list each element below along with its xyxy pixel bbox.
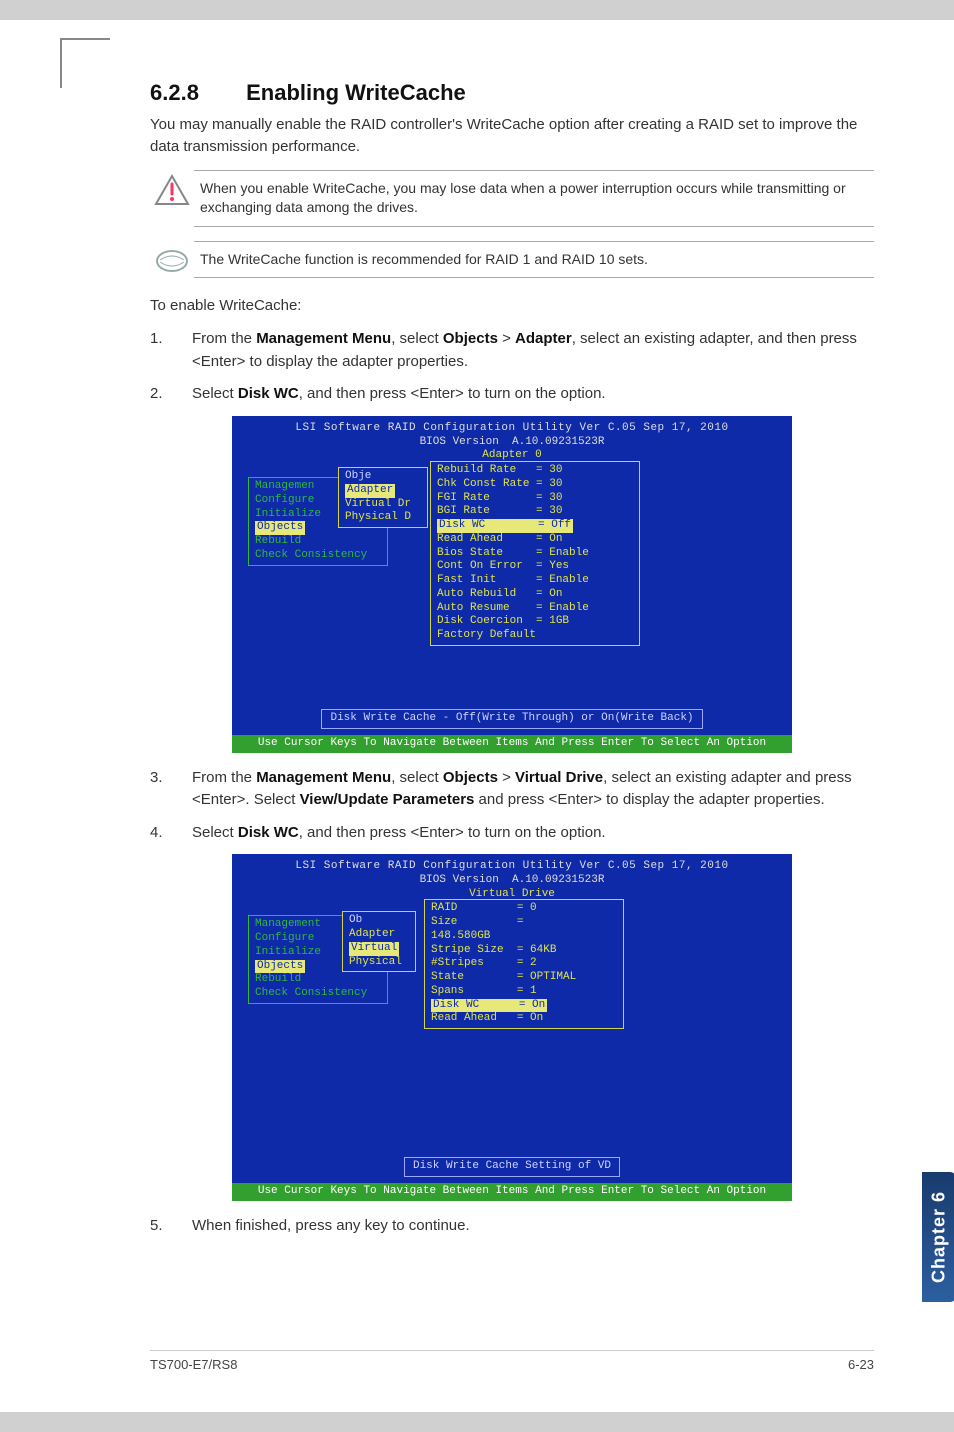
step-2: 2. Select Disk WC, and then press <Enter… [150, 383, 874, 406]
step-text: From the Management Menu, select Objects… [192, 328, 874, 373]
step-text: Select Disk WC, and then press <Enter> t… [192, 822, 874, 845]
page: 6.2.8 Enabling WriteCache You may manual… [0, 20, 954, 1412]
footer-model: TS700-E7/RS8 [150, 1357, 237, 1372]
list-item: BGI Rate = 30 [437, 505, 633, 519]
list-item: Read Ahead = On [431, 1012, 617, 1026]
bios-panel-title: Adapter 0 [482, 449, 541, 461]
list-item: Bios State = Enable [437, 547, 633, 561]
section-number: 6.2.8 [150, 80, 240, 106]
note-text: The WriteCache function is recommended f… [194, 241, 874, 279]
bios-objects-submenu: Ob Adapter Virtual Physical [342, 911, 416, 972]
chapter-tab: Chapter 6 [922, 1172, 954, 1302]
list-item: Factory Default [437, 629, 633, 643]
list-item: Disk WC = On [431, 999, 617, 1013]
bios-virtual-drive-properties: RAID = 0 Size = 148.580GB Stripe Size = … [424, 899, 624, 1029]
bios-title: LSI Software RAID Configuration Utility … [240, 860, 784, 874]
page-footer: TS700-E7/RS8 6-23 [150, 1350, 874, 1372]
bios-screenshot-2: LSI Software RAID Configuration Utility … [232, 854, 792, 1201]
step-text: From the Management Menu, select Objects… [192, 767, 874, 812]
bios-adapter-properties: Rebuild Rate = 30 Chk Const Rate = 30 FG… [430, 461, 640, 646]
warning-text: When you enable WriteCache, you may lose… [194, 170, 874, 227]
bios-screenshot-1: LSI Software RAID Configuration Utility … [232, 416, 792, 753]
bios-hint: Disk Write Cache - Off(Write Through) or… [240, 709, 784, 729]
step-3: 3. From the Management Menu, select Obje… [150, 767, 874, 812]
step-5: 5. When finished, press any key to conti… [150, 1215, 874, 1238]
step-number: 4. [150, 822, 192, 845]
list-item: Spans = 1 [431, 985, 617, 999]
bios-version-line: BIOS Version A.10.09231523R Virtual Driv… [240, 874, 784, 902]
list-item: 148.580GB [431, 930, 617, 944]
list-item: Disk WC = Off [437, 519, 633, 533]
bios-footer: Use Cursor Keys To Navigate Between Item… [232, 1183, 792, 1201]
step-number: 2. [150, 383, 192, 406]
list-item: Chk Const Rate = 30 [437, 478, 633, 492]
list-item: Stripe Size = 64KB [431, 944, 617, 958]
list-item: Cont On Error = Yes [437, 560, 633, 574]
list-item: Auto Resume = Enable [437, 602, 633, 616]
bios-title: LSI Software RAID Configuration Utility … [240, 422, 784, 436]
list-item: FGI Rate = 30 [437, 492, 633, 506]
step-number: 5. [150, 1215, 192, 1238]
list-item: Rebuild Rate = 30 [437, 464, 633, 478]
note-callout: The WriteCache function is recommended f… [150, 241, 874, 281]
footer-page: 6-23 [848, 1357, 874, 1372]
step-text: Select Disk WC, and then press <Enter> t… [192, 383, 874, 406]
list-item: Auto Rebuild = On [437, 588, 633, 602]
bios-footer: Use Cursor Keys To Navigate Between Item… [232, 735, 792, 753]
list-item: State = OPTIMAL [431, 971, 617, 985]
step-4: 4. Select Disk WC, and then press <Enter… [150, 822, 874, 845]
step-1: 1. From the Management Menu, select Obje… [150, 328, 874, 373]
bios-version-line: BIOS Version A.10.09231523R Adapter 0 [240, 436, 784, 464]
step-text: When finished, press any key to continue… [192, 1215, 874, 1238]
crop-mark [60, 38, 110, 88]
section-heading: 6.2.8 Enabling WriteCache [150, 80, 874, 106]
section-title: Enabling WriteCache [246, 80, 466, 105]
list-item: Size = [431, 916, 617, 930]
warning-icon [150, 170, 194, 210]
intro-paragraph: You may manually enable the RAID control… [150, 114, 874, 158]
note-icon [150, 241, 194, 281]
step-number: 3. [150, 767, 192, 812]
step-number: 1. [150, 328, 192, 373]
bios-hint: Disk Write Cache Setting of VD [240, 1157, 784, 1177]
bios-panel-title: Virtual Drive [469, 888, 555, 900]
warning-callout: When you enable WriteCache, you may lose… [150, 170, 874, 227]
list-item: Disk Coercion = 1GB [437, 615, 633, 629]
lead-text: To enable WriteCache: [150, 295, 874, 317]
list-item: #Stripes = 2 [431, 957, 617, 971]
list-item: RAID = 0 [431, 902, 617, 916]
list-item: Read Ahead = On [437, 533, 633, 547]
list-item: Fast Init = Enable [437, 574, 633, 588]
